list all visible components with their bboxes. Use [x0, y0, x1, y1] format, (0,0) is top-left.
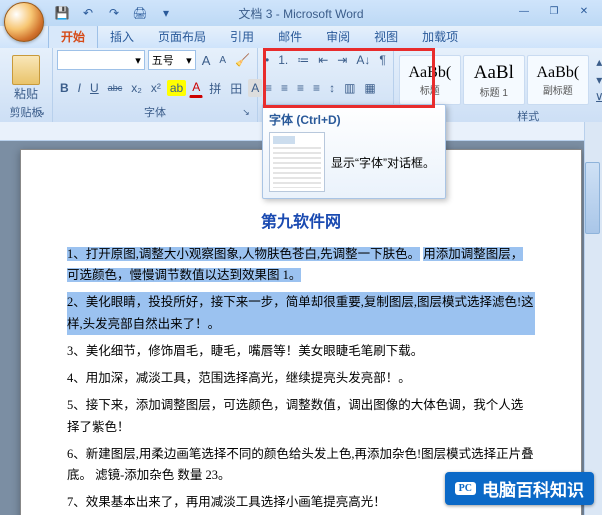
strike-button[interactable]: abc [105, 81, 126, 95]
underline-button[interactable]: U [87, 79, 102, 97]
highlight-button[interactable]: ab [167, 80, 186, 96]
chevron-down-icon: ▾ [186, 54, 192, 67]
style-subtitle[interactable]: AaBb(副标题 [527, 55, 589, 105]
redo-icon[interactable]: ↷ [102, 2, 126, 24]
font-color-button[interactable]: A [189, 78, 203, 98]
font-launcher-icon[interactable]: ↘ [237, 104, 255, 120]
clear-format-button[interactable]: 🧹 [232, 51, 253, 69]
paragraph-4: 4、用加深，减淡工具，范围选择高光，继续提亮头发亮部！。 [67, 368, 535, 389]
numbering-button[interactable]: 1. [275, 51, 291, 69]
font-family-combo[interactable]: ▾ [57, 50, 145, 70]
paragraph-1: 1、打开原图,调整大小观察图象,人物肤色苍白,先调整一下肤色。 用添加调整图层，… [67, 244, 535, 287]
clipboard-launcher-icon[interactable]: ↘ [32, 104, 50, 120]
chevron-down-icon: ▾ [135, 54, 141, 67]
undo-icon[interactable]: ↶ [76, 2, 100, 24]
align-right-button[interactable]: ≡ [294, 79, 307, 97]
bullets-button[interactable]: • [262, 51, 272, 69]
tab-home[interactable]: 开始 [48, 24, 98, 48]
tab-addins[interactable]: 加载项 [410, 25, 470, 48]
show-marks-button[interactable]: ¶ [376, 51, 388, 69]
scroll-thumb[interactable] [585, 162, 600, 234]
tooltip-header: 字体 (Ctrl+D) [269, 111, 439, 128]
vertical-scrollbar[interactable] [584, 122, 602, 515]
qat-more-icon[interactable]: ▾ [154, 2, 178, 24]
tab-review[interactable]: 审阅 [314, 25, 362, 48]
italic-button[interactable]: I [75, 79, 84, 97]
shrink-font-button[interactable]: A [216, 53, 229, 68]
tab-insert[interactable]: 插入 [98, 25, 146, 48]
paste-button[interactable]: 粘贴 [4, 50, 48, 106]
subscript-button[interactable]: x₂ [128, 79, 145, 97]
paragraph-3: 3、美化细节，修饰眉毛，睫毛，嘴唇等！美女眼睫毛笔刷下载。 [67, 341, 535, 362]
style-title[interactable]: AaBb(标题 [399, 55, 461, 105]
paragraph-5: 5、接下来，添加调整图层，可选颜色，调整数值，调出图像的大体色调，我个人选择了紫… [67, 395, 535, 438]
paste-label: 粘贴 [14, 85, 38, 102]
tooltip-thumbnail [269, 132, 325, 192]
char-border-button[interactable]: 田 [227, 78, 245, 99]
border-button[interactable]: ▦ [361, 79, 378, 97]
align-justify-button[interactable]: ≡ [310, 79, 323, 97]
minimize-icon[interactable]: — [510, 2, 538, 20]
shading-button[interactable]: ▥ [341, 79, 358, 97]
close-icon[interactable]: ✕ [570, 2, 598, 20]
clipboard-icon [12, 55, 40, 85]
quickprint-icon[interactable]: 🖨 [128, 2, 152, 24]
superscript-button[interactable]: x² [148, 79, 164, 97]
tab-mail[interactable]: 邮件 [266, 25, 314, 48]
style-heading1[interactable]: AaBl标题 1 [463, 55, 525, 105]
align-center-button[interactable]: ≡ [278, 79, 291, 97]
bold-button[interactable]: B [57, 79, 72, 97]
tab-layout[interactable]: 页面布局 [146, 25, 218, 48]
styles-expand-icon[interactable]: ⊻ [592, 89, 602, 107]
watermark-pc-badge: PC [455, 482, 476, 495]
window-title: 文档 3 - Microsoft Word [238, 5, 363, 22]
phonetic-button[interactable]: 拼 [206, 78, 224, 99]
tab-references[interactable]: 引用 [218, 25, 266, 48]
indent-decrease-button[interactable]: ⇤ [315, 51, 331, 69]
font-size-combo[interactable]: 五号▾ [148, 50, 196, 70]
ribbon-tabs: 开始 插入 页面布局 引用 邮件 审阅 视图 加载项 [0, 26, 602, 48]
group-font-label: 字体 [57, 106, 253, 120]
styles-scroll-up-icon[interactable]: ▴ [592, 53, 602, 71]
watermark-text: 电脑百科知识 [482, 476, 584, 501]
indent-increase-button[interactable]: ⇥ [334, 51, 350, 69]
align-left-button[interactable]: ≡ [262, 79, 275, 97]
font-dialog-tooltip: 字体 (Ctrl+D) 显示“字体”对话框。 [262, 104, 446, 199]
grow-font-button[interactable]: A [199, 51, 214, 70]
multilevel-button[interactable]: ≔ [294, 51, 312, 69]
tooltip-body-text: 显示“字体”对话框。 [331, 154, 435, 171]
site-watermark: PC 电脑百科知识 [445, 472, 594, 505]
sort-button[interactable]: A↓ [353, 51, 373, 69]
restore-icon[interactable]: ❐ [540, 2, 568, 20]
doc-title2: 第九软件网 [67, 209, 535, 236]
paragraph-2: 2、美化眼睛，投投所好，接下来一步，简单却很重要,复制图层,图层模式选择滤色!这… [67, 292, 535, 335]
styles-scroll-down-icon[interactable]: ▾ [592, 71, 602, 89]
document-page[interactable]: 巧用 Pho 第九软件网 1、打开原图,调整大小观察图象,人物肤色苍白,先调整一… [20, 149, 582, 515]
line-spacing-button[interactable]: ↕ [326, 79, 338, 97]
quick-access-toolbar: 💾 ↶ ↷ 🖨 ▾ [50, 2, 178, 24]
office-button[interactable] [4, 2, 44, 42]
save-icon[interactable]: 💾 [50, 2, 74, 24]
tab-view[interactable]: 视图 [362, 25, 410, 48]
